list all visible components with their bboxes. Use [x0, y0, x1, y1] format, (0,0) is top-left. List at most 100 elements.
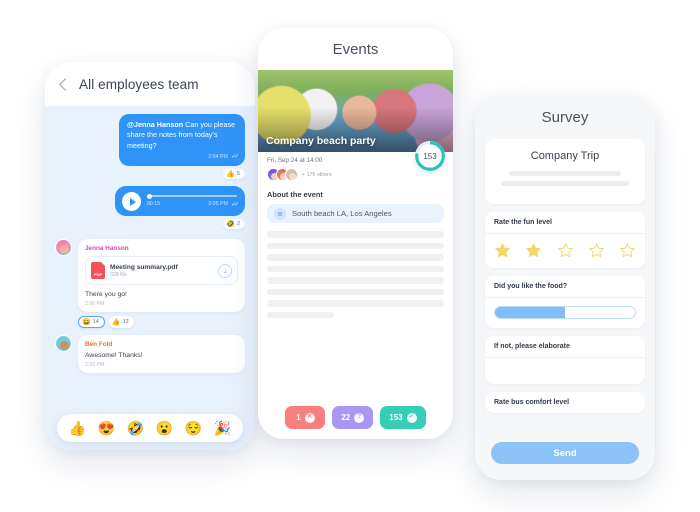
voice-timestamp: 2:05 PM: [208, 201, 228, 208]
event-location-pill[interactable]: South beach LA, Los Angeles: [267, 204, 444, 223]
incoming-message-row: Ben Fold Awesome! Thanks! 2:15 PM: [55, 335, 245, 373]
joy-emoji: 🤣: [226, 220, 235, 228]
reaction-count: 2: [236, 221, 240, 227]
survey-form-title: Company Trip: [530, 150, 600, 162]
question-label: Rate bus comfort level: [494, 399, 570, 406]
send-button[interactable]: Send: [491, 442, 639, 464]
mention-token[interactable]: @Jenna Hanson: [127, 120, 183, 129]
skeleton-line: [267, 231, 444, 238]
thumbs-up-emoji[interactable]: 👍: [69, 421, 86, 435]
reaction-count: 14: [92, 319, 99, 325]
reaction-chip[interactable]: 😄 14: [78, 316, 105, 328]
reaction-chip[interactable]: 👍 5: [223, 169, 245, 179]
food-rating-slider[interactable]: [494, 306, 636, 319]
thumbs-up-emoji: 👍: [226, 170, 235, 178]
event-info: 153 Fri, Sep 24 at 14:00 + 176 others Ab…: [258, 141, 453, 223]
incoming-message-card[interactable]: Jenna Hanson PDF Meeting summary.pdf 328…: [78, 239, 245, 312]
star-icon-empty[interactable]: [588, 242, 605, 259]
rsvp-count: 153: [389, 413, 403, 422]
message-timestamp: 2:06 PM: [85, 301, 105, 307]
survey-question-fun-level: Rate the fun level: [485, 212, 645, 268]
slider-fill: [495, 307, 565, 318]
page-title: Survey: [541, 108, 589, 126]
skeleton-line: [267, 300, 444, 307]
rsvp-count: 22: [341, 413, 351, 422]
chevron-left-icon[interactable]: [59, 77, 72, 91]
survey-form: Company Trip Rate the fun level Did you …: [475, 139, 655, 413]
skeleton-line: [267, 311, 335, 318]
outgoing-reaction-row: 👍 5: [55, 169, 245, 179]
going-count: 153: [423, 151, 437, 161]
survey-question-elaborate: If not, please elaborate: [485, 336, 645, 384]
read-receipt-icon: ✓✓: [230, 154, 239, 161]
skeleton-line: [267, 254, 444, 261]
file-attachment[interactable]: PDF Meeting summary.pdf 328 Kb ↓: [85, 256, 238, 285]
heart-eyes-emoji[interactable]: 😍: [98, 421, 115, 435]
reaction-chip[interactable]: 👍 12: [108, 316, 134, 328]
event-location-text: South beach LA, Los Angeles: [292, 209, 392, 218]
voice-progress-track[interactable]: [147, 193, 237, 199]
rsvp-maybe-button[interactable]: 22 ?: [332, 406, 374, 429]
chat-message-list[interactable]: @Jenna Hanson Can you please share the n…: [45, 106, 255, 450]
skeleton-line: [267, 265, 444, 272]
about-section-title: About the event: [267, 190, 323, 199]
survey-phone-panel: Survey Company Trip Rate the fun level D…: [475, 95, 655, 480]
download-icon[interactable]: ↓: [218, 263, 232, 278]
event-hero-image[interactable]: Company beach party: [258, 70, 453, 152]
rsvp-going-button[interactable]: 153 ✓: [380, 406, 426, 429]
question-body: [485, 298, 645, 328]
chat-title: All employees team: [79, 76, 199, 92]
chat-phone-panel: All employees team @Jenna Hanson Can you…: [45, 62, 255, 450]
outgoing-message-row: @Jenna Hanson Can you please share the n…: [55, 114, 245, 166]
pdf-file-icon: PDF: [91, 262, 105, 279]
question-label: If not, please elaborate: [485, 336, 645, 358]
avatar[interactable]: [55, 335, 72, 352]
rsvp-not-going-button[interactable]: 1 ✕: [285, 406, 326, 429]
play-icon[interactable]: [122, 192, 141, 211]
surprised-emoji[interactable]: 😮: [156, 421, 173, 435]
reaction-count: 5: [236, 171, 240, 177]
skeleton-line: [267, 288, 444, 295]
check-icon: ✓: [406, 412, 417, 423]
star-rating[interactable]: [494, 242, 636, 259]
reaction-count: 12: [122, 319, 129, 325]
party-popper-emoji[interactable]: 🎉: [214, 421, 231, 435]
survey-header: Survey: [475, 95, 655, 139]
reaction-chip[interactable]: 🤣 2: [223, 219, 245, 229]
emoji-reaction-bar[interactable]: 👍 😍 🤣 😮 😌 🎉: [57, 414, 243, 442]
voice-progress-area: 00:15 2:05 PM ✓✓: [147, 193, 239, 208]
attendees-more-label: + 176 others: [302, 171, 332, 178]
star-icon-empty[interactable]: [619, 242, 636, 259]
going-count-ring: 153: [415, 141, 445, 171]
smile-emoji: 😄: [82, 318, 91, 326]
star-icon-filled[interactable]: [525, 242, 542, 259]
avatar[interactable]: [55, 239, 72, 256]
message-timestamp: 2:04 PM: [208, 153, 228, 160]
survey-scroll-area[interactable]: Company Trip Rate the fun level Did you …: [475, 139, 655, 436]
thumbs-up-emoji: 👍: [111, 318, 121, 326]
incoming-message-card[interactable]: Ben Fold Awesome! Thanks! 2:15 PM: [78, 335, 245, 373]
elaborate-textarea[interactable]: [485, 358, 645, 384]
incoming-message-row: Jenna Hanson PDF Meeting summary.pdf 328…: [55, 239, 245, 312]
question-mark-icon: ?: [354, 412, 365, 423]
voice-message-bubble[interactable]: 00:15 2:05 PM ✓✓: [115, 186, 245, 216]
map-pin-icon: [274, 207, 286, 220]
relieved-emoji[interactable]: 😌: [185, 421, 202, 435]
skeleton-line: [267, 242, 444, 249]
incoming-message-text: There you go!: [85, 291, 127, 298]
voice-reaction-row: 🤣 2: [55, 219, 245, 229]
survey-intro-card: Company Trip: [485, 139, 645, 204]
pdf-label: PDF: [94, 271, 102, 277]
read-receipt-icon: ✓✓: [230, 201, 239, 208]
attendees-row[interactable]: + 176 others: [267, 168, 444, 181]
star-icon-filled[interactable]: [494, 242, 511, 259]
page-title: Events: [332, 40, 379, 58]
survey-question-food: Did you like the food?: [485, 276, 645, 328]
file-name: Meeting summary.pdf: [110, 263, 178, 271]
skeleton-line: [267, 277, 444, 284]
skeleton-line: [509, 171, 621, 176]
outgoing-message-bubble[interactable]: @Jenna Hanson Can you please share the n…: [119, 114, 245, 166]
joy-emoji[interactable]: 🤣: [127, 421, 144, 435]
star-icon-empty[interactable]: [557, 242, 574, 259]
voice-message-meta: 00:15 2:05 PM ✓✓: [147, 201, 239, 208]
